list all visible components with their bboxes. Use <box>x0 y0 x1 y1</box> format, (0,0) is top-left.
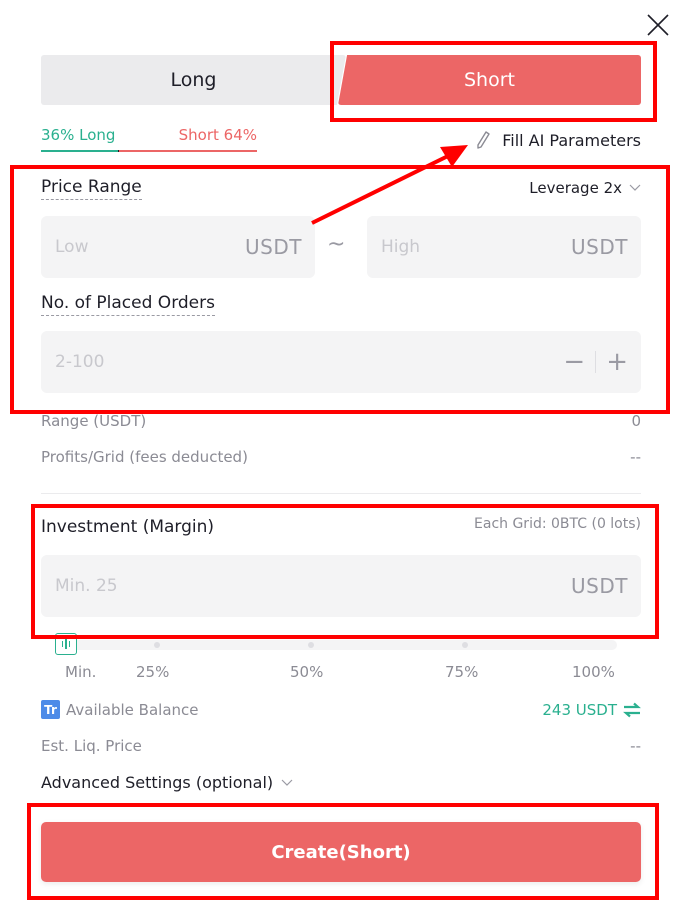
slider-tick-75 <box>462 642 468 648</box>
divider <box>41 493 641 494</box>
leverage-dropdown[interactable]: Leverage 2x <box>529 179 641 197</box>
range-label: Range (USDT) <box>41 412 147 430</box>
chevron-down-icon <box>629 184 641 191</box>
available-balance-label: Available Balance <box>66 700 199 719</box>
slider-label-75: 75% <box>445 663 479 681</box>
high-price-placeholder: High <box>381 237 421 257</box>
short-tab[interactable]: Short <box>338 55 641 105</box>
price-range-label: Price Range <box>41 177 142 200</box>
pencil-icon <box>477 131 490 149</box>
liq-price-row: Est. Liq. Price -- <box>41 737 641 755</box>
investment-slider-track[interactable] <box>55 640 617 650</box>
close-button[interactable] <box>645 12 671 38</box>
high-price-unit: USDT <box>571 235 628 259</box>
fill-ai-parameters-link[interactable]: Fill AI Parameters <box>474 130 641 150</box>
orders-input[interactable]: 2-100 − + <box>41 331 641 393</box>
orders-stepper: − + <box>563 349 628 375</box>
stepper-divider <box>595 351 597 373</box>
advanced-settings-label: Advanced Settings (optional) <box>41 773 274 792</box>
low-price-placeholder: Low <box>55 237 89 257</box>
available-balance-value: 243 USDT <box>542 700 617 719</box>
swap-icon[interactable] <box>623 702 641 718</box>
direction-toggle: Long Short <box>41 55 641 105</box>
slider-thumb[interactable] <box>55 633 77 655</box>
leverage-label: Leverage 2x <box>529 179 622 197</box>
advanced-settings-toggle[interactable]: Advanced Settings (optional) <box>41 773 293 792</box>
close-icon <box>647 14 669 36</box>
short-ratio-text: Short 64% <box>178 126 257 144</box>
low-price-unit: USDT <box>245 235 302 259</box>
slider-label-100: 100% <box>572 663 615 681</box>
orders-placeholder: 2-100 <box>55 352 105 372</box>
slider-label-25: 25% <box>136 663 170 681</box>
long-ratio-fill <box>41 150 119 152</box>
orders-label: No. of Placed Orders <box>41 293 215 316</box>
long-ratio-text: 36% Long <box>41 126 116 144</box>
account-badge-icon: Tr <box>41 700 60 719</box>
investment-placeholder: Min. 25 <box>55 576 118 596</box>
profit-value: -- <box>630 448 641 466</box>
liq-price-value: -- <box>630 737 641 755</box>
short-ratio-fill <box>118 150 257 152</box>
slider-label-50: 50% <box>290 663 324 681</box>
low-price-input[interactable]: Low USDT <box>41 216 315 278</box>
increment-button[interactable]: + <box>606 349 628 375</box>
long-short-ratio: 36% Long Short 64% <box>41 126 257 152</box>
profit-label: Profits/Grid (fees deducted) <box>41 448 248 466</box>
slider-tick-25 <box>154 642 160 648</box>
decrement-button[interactable]: − <box>563 349 585 375</box>
ratio-bar <box>41 150 257 152</box>
investment-label: Investment (Margin) <box>41 517 215 537</box>
investment-input[interactable]: Min. 25 USDT <box>41 555 641 617</box>
chevron-down-icon <box>281 779 293 786</box>
slider-label-min: Min. <box>65 663 97 681</box>
profit-row: Profits/Grid (fees deducted) -- <box>41 448 641 466</box>
liq-price-label: Est. Liq. Price <box>41 737 142 755</box>
long-tab[interactable]: Long <box>41 55 346 105</box>
high-price-input[interactable]: High USDT <box>367 216 641 278</box>
slider-tick-50 <box>308 642 314 648</box>
range-separator: ~ <box>327 232 346 257</box>
available-balance-row: Tr Available Balance 243 USDT <box>41 700 641 719</box>
fill-ai-label: Fill AI Parameters <box>502 130 641 150</box>
each-grid-info: Each Grid: 0BTC (0 lots) <box>474 516 641 532</box>
range-row: Range (USDT) 0 <box>41 412 641 430</box>
create-short-button[interactable]: Create(Short) <box>41 822 641 882</box>
range-value: 0 <box>631 412 641 430</box>
investment-unit: USDT <box>571 574 628 598</box>
